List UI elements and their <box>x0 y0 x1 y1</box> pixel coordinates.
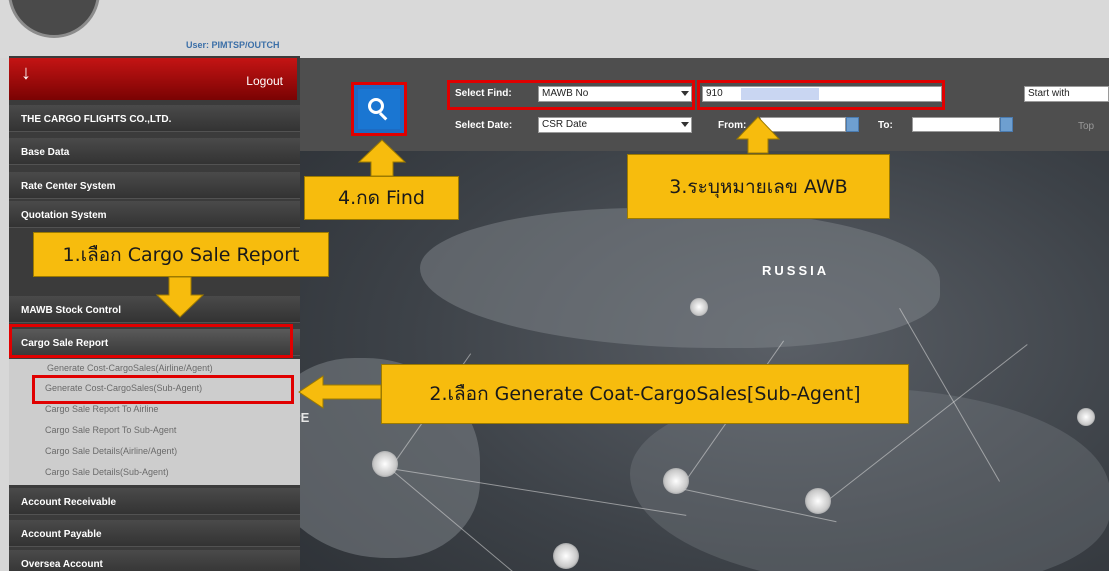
network-node <box>553 543 579 569</box>
highlight-select-find <box>447 80 695 110</box>
left-arrow-icon <box>298 375 382 409</box>
company-name: THE CARGO FLIGHTS CO.,LTD. <box>9 105 300 132</box>
network-node <box>1077 408 1095 426</box>
top-label: Top <box>1078 121 1095 132</box>
submenu-item-details-sub-agent[interactable]: Cargo Sale Details(Sub-Agent) <box>45 467 169 477</box>
sidebar-item-account-payable[interactable]: Account Payable <box>9 520 300 547</box>
sidebar-item-base-data[interactable]: Base Data <box>9 138 300 165</box>
select-date-label: Select Date: <box>455 120 513 131</box>
map-landmass <box>420 208 940 348</box>
network-node <box>805 488 831 514</box>
logout-label: Logout <box>246 74 283 88</box>
submenu-item-report-sub-agent[interactable]: Cargo Sale Report To Sub-Agent <box>45 425 176 435</box>
sidebar-item-oversea-account[interactable]: Oversea Account <box>9 550 300 571</box>
calendar-icon[interactable] <box>1000 117 1013 132</box>
highlight-cargo-sale-report <box>9 324 293 358</box>
callout-step3: 3.ระบุหมายเลข AWB <box>627 154 890 219</box>
find-button-face[interactable] <box>358 89 400 129</box>
callout-step1: 1.เลือก Cargo Sale Report <box>33 232 329 277</box>
map-label-pe: PE <box>300 410 310 425</box>
sidebar-item-account-receivable[interactable]: Account Receivable <box>9 488 300 515</box>
select-date-value: CSR Date <box>542 119 588 130</box>
up-arrow-icon <box>735 116 781 154</box>
network-node <box>372 451 398 477</box>
search-icon <box>368 98 390 121</box>
submenu-item-airline-agent[interactable]: Generate Cost-CargoSales(Airline/Agent) <box>47 363 213 373</box>
match-mode-value: Start with <box>1028 88 1070 99</box>
callout-step2: 2.เลือก Generate Coat-CargoSales[Sub-Age… <box>381 364 909 424</box>
map-label-russia: RUSSIA <box>762 263 830 278</box>
logout-button[interactable]: ↓ Logout <box>9 58 297 100</box>
to-date-input[interactable] <box>912 117 1000 132</box>
submenu-item-details-airline[interactable]: Cargo Sale Details(Airline/Agent) <box>45 446 177 456</box>
network-node <box>663 468 689 494</box>
user-label: User: PIMTSP/OUTCH <box>186 40 280 50</box>
sidebar-item-quotation[interactable]: Quotation System <box>9 201 300 228</box>
callout-step4: 4.กด Find <box>304 176 459 220</box>
up-arrow-icon <box>357 139 407 177</box>
chevron-down-icon <box>681 122 689 127</box>
logo <box>8 0 100 38</box>
network-node <box>690 298 708 316</box>
submenu-item-report-airline[interactable]: Cargo Sale Report To Airline <box>45 404 158 414</box>
select-date-dropdown[interactable]: CSR Date <box>538 117 692 133</box>
highlight-sub-agent-item <box>32 375 294 404</box>
calendar-icon[interactable] <box>846 117 859 132</box>
match-mode-dropdown[interactable]: Start with <box>1024 86 1109 102</box>
top-header: User: PIMTSP/OUTCH <box>0 0 1109 58</box>
highlight-awb-input <box>697 80 945 110</box>
down-arrow-icon <box>155 276 205 318</box>
to-label: To: <box>878 120 893 131</box>
down-arrow-icon: ↓ <box>21 62 31 84</box>
find-button[interactable] <box>351 82 407 136</box>
sidebar-item-rate-center[interactable]: Rate Center System <box>9 172 300 199</box>
